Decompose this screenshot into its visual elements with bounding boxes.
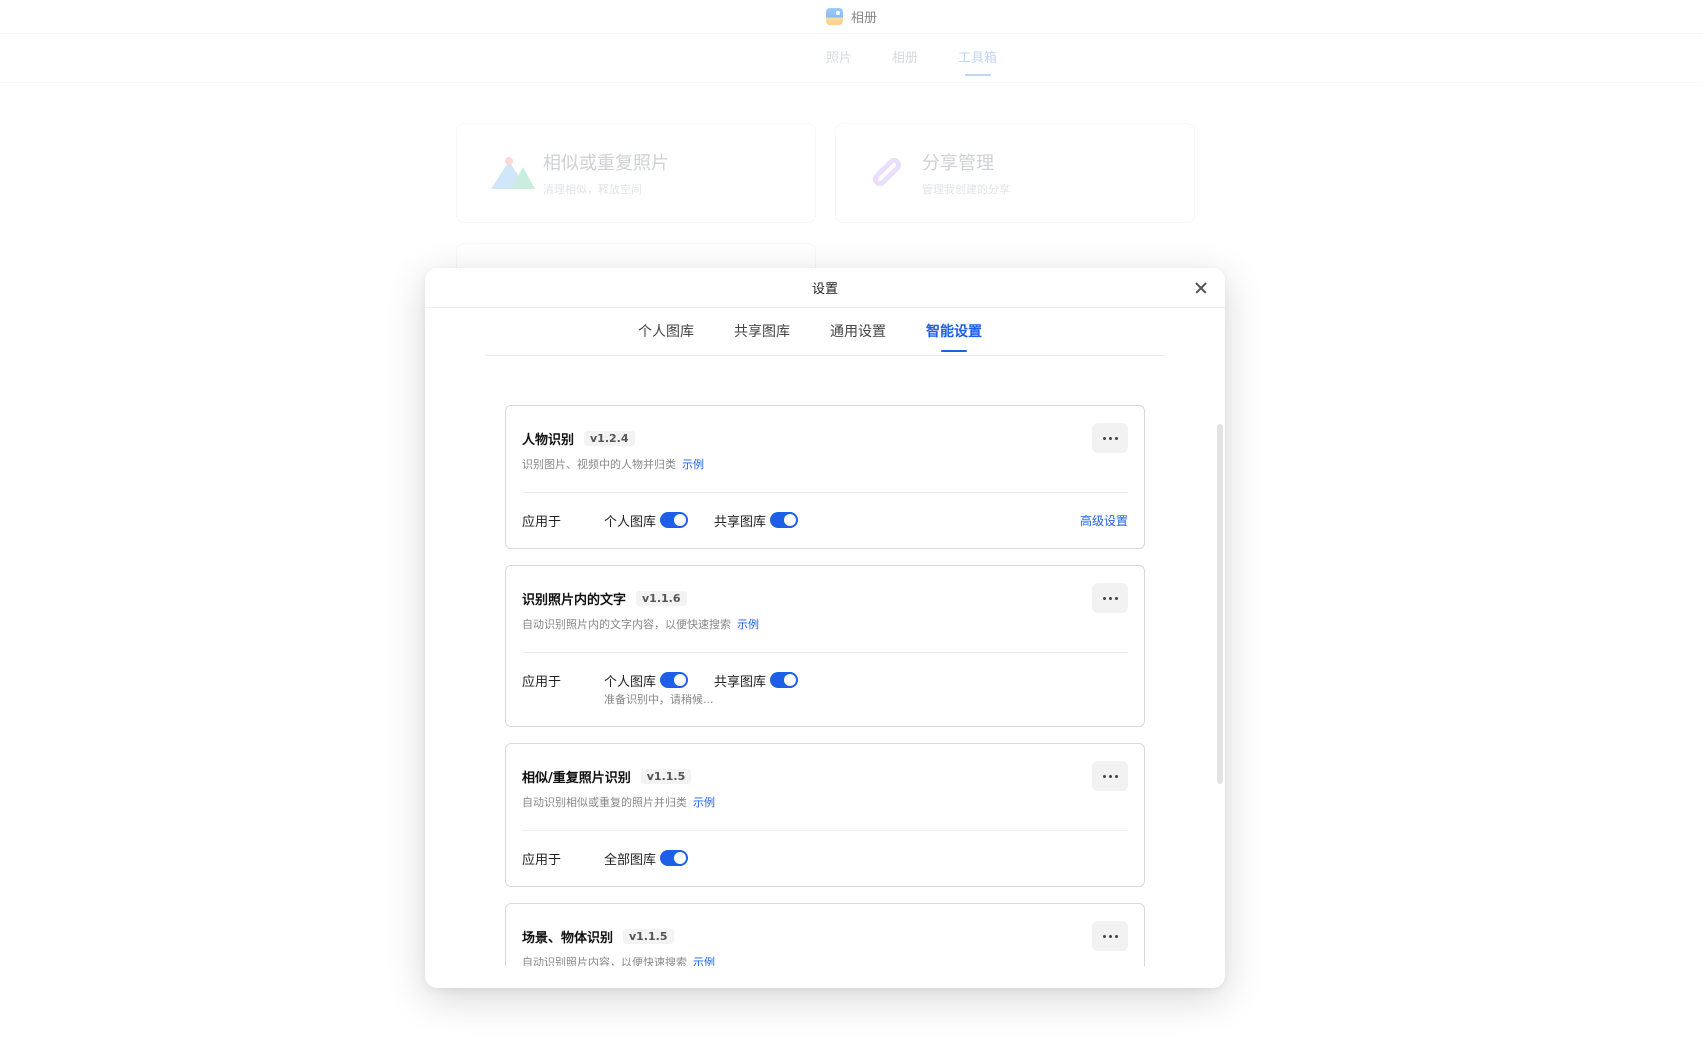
feature-description: 自动识别照片内的文字内容，以便快速搜索 <box>522 618 731 631</box>
tab-general-settings[interactable]: 通用设置 <box>830 308 886 355</box>
feature-title: 场景、物体识别 <box>522 930 614 946</box>
toggle-label: 个人图库 <box>604 674 657 690</box>
example-link[interactable]: 示例 <box>737 618 759 631</box>
feature-title: 相似/重复照片识别 <box>522 770 631 786</box>
feature-description: 自动识别照片内容，以便快速搜索 <box>522 956 687 966</box>
feature-card-text-recognition: 识别照片内的文字 v1.1.6 自动识别照片内的文字内容，以便快速搜索 示例 应用… <box>505 565 1145 727</box>
version-badge: v1.1.6 <box>636 590 687 606</box>
recognition-status-text: 准备识别中，请稍候... <box>604 693 714 706</box>
tab-shared-library[interactable]: 共享图库 <box>734 308 790 355</box>
version-badge: v1.1.5 <box>623 928 674 944</box>
features-scroll-area[interactable]: 人物识别 v1.2.4 识别图片、视频中的人物并归类 示例 应用于 个人图库 共享… <box>425 358 1225 966</box>
example-link[interactable]: 示例 <box>682 458 704 471</box>
dialog-header: 设置 <box>425 268 1225 308</box>
dialog-title: 设置 <box>811 282 838 297</box>
version-badge: v1.1.5 <box>640 768 692 784</box>
personal-library-toggle[interactable] <box>660 512 689 528</box>
settings-dialog: 设置 个人图库 共享图库 通用设置 智能设置 人物识别 v1.2.4 识别图片、… <box>425 268 1225 988</box>
more-options-button[interactable] <box>1092 423 1128 453</box>
example-link[interactable]: 示例 <box>693 956 715 966</box>
more-options-button[interactable] <box>1092 761 1128 791</box>
apply-to-label: 应用于 <box>522 674 562 690</box>
toggle-label: 个人图库 <box>604 514 657 530</box>
dialog-tabs: 个人图库 共享图库 通用设置 智能设置 <box>485 308 1165 356</box>
apply-to-label: 应用于 <box>522 852 562 868</box>
shared-library-toggle[interactable] <box>770 672 799 688</box>
tab-personal-library[interactable]: 个人图库 <box>638 308 694 355</box>
version-badge: v1.2.4 <box>584 430 635 446</box>
toggle-label: 共享图库 <box>714 674 767 690</box>
example-link[interactable]: 示例 <box>693 796 715 809</box>
shared-library-toggle[interactable] <box>770 512 799 528</box>
feature-card-scene-object-recognition: 场景、物体识别 v1.1.5 自动识别照片内容，以便快速搜索 示例 <box>505 903 1145 966</box>
more-options-button[interactable] <box>1092 921 1128 951</box>
feature-card-similar-photo-recognition: 相似/重复照片识别 v1.1.5 自动识别相似或重复的照片并归类 示例 应用于 全… <box>505 743 1145 887</box>
feature-card-face-recognition: 人物识别 v1.2.4 识别图片、视频中的人物并归类 示例 应用于 个人图库 共享… <box>505 405 1145 549</box>
apply-to-label: 应用于 <box>522 514 562 530</box>
tab-smart-settings[interactable]: 智能设置 <box>926 308 982 355</box>
more-options-button[interactable] <box>1092 583 1128 613</box>
feature-description: 自动识别相似或重复的照片并归类 <box>522 796 687 809</box>
toggle-label: 全部图库 <box>604 852 657 868</box>
dialog-scrollbar[interactable] <box>1217 424 1223 784</box>
feature-description: 识别图片、视频中的人物并归类 <box>522 458 676 471</box>
all-libraries-toggle[interactable] <box>660 850 689 866</box>
feature-title: 识别照片内的文字 <box>522 592 627 608</box>
advanced-settings-link[interactable]: 高级设置 <box>1080 512 1128 529</box>
personal-library-toggle[interactable] <box>660 672 689 688</box>
close-icon[interactable] <box>1189 276 1213 300</box>
toggle-label: 共享图库 <box>714 514 767 530</box>
feature-title: 人物识别 <box>522 432 575 448</box>
